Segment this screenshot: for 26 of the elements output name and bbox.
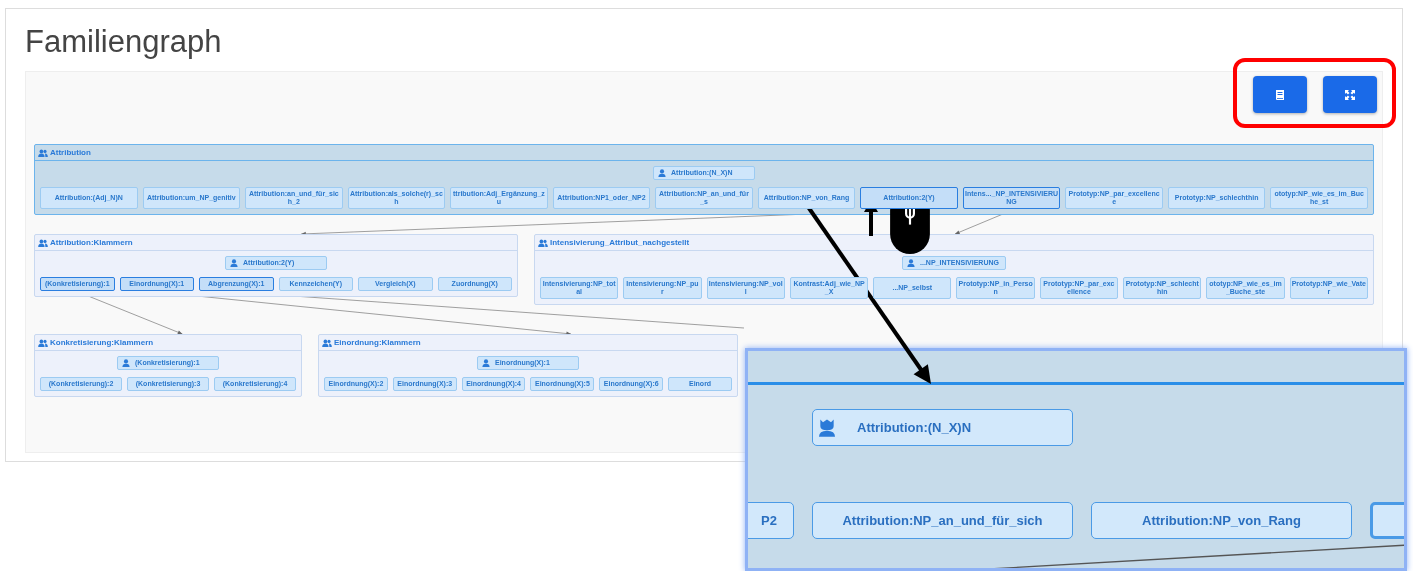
person-icon bbox=[482, 359, 490, 367]
node-label: Attribution:(N_X)N bbox=[857, 420, 972, 435]
group-title: Attribution bbox=[50, 148, 91, 157]
users-icon bbox=[322, 338, 332, 347]
legend-button[interactable] bbox=[1253, 76, 1307, 113]
users-icon bbox=[38, 238, 48, 247]
users-icon bbox=[38, 148, 48, 157]
group-title: Konkretisierung:Klammern bbox=[50, 338, 154, 347]
person-icon bbox=[122, 359, 130, 367]
graph-node[interactable]: P2 bbox=[748, 502, 794, 539]
fullscreen-button[interactable] bbox=[1323, 76, 1377, 113]
group-title: Einordnung:Klammern bbox=[334, 338, 421, 347]
book-icon bbox=[1274, 88, 1286, 101]
users-icon bbox=[38, 338, 48, 347]
person-icon bbox=[907, 259, 915, 267]
person-icon bbox=[819, 418, 835, 437]
users-icon bbox=[538, 238, 548, 247]
graph-node[interactable]: Attribution:NP_an_und_für_sich bbox=[812, 502, 1073, 539]
graph-node[interactable]: Attribution:(N_X)N bbox=[812, 409, 1073, 446]
person-icon bbox=[658, 169, 666, 177]
person-icon bbox=[230, 259, 238, 267]
graph-node[interactable]: Attribution:NP_von_Rang bbox=[1091, 502, 1352, 539]
group-title: Attribution:Klammern bbox=[50, 238, 133, 247]
page-title: Familiengraph bbox=[25, 23, 223, 61]
expand-icon bbox=[1344, 88, 1356, 101]
group-title: Intensivierung_Attribut_nachgestellt bbox=[550, 238, 690, 247]
